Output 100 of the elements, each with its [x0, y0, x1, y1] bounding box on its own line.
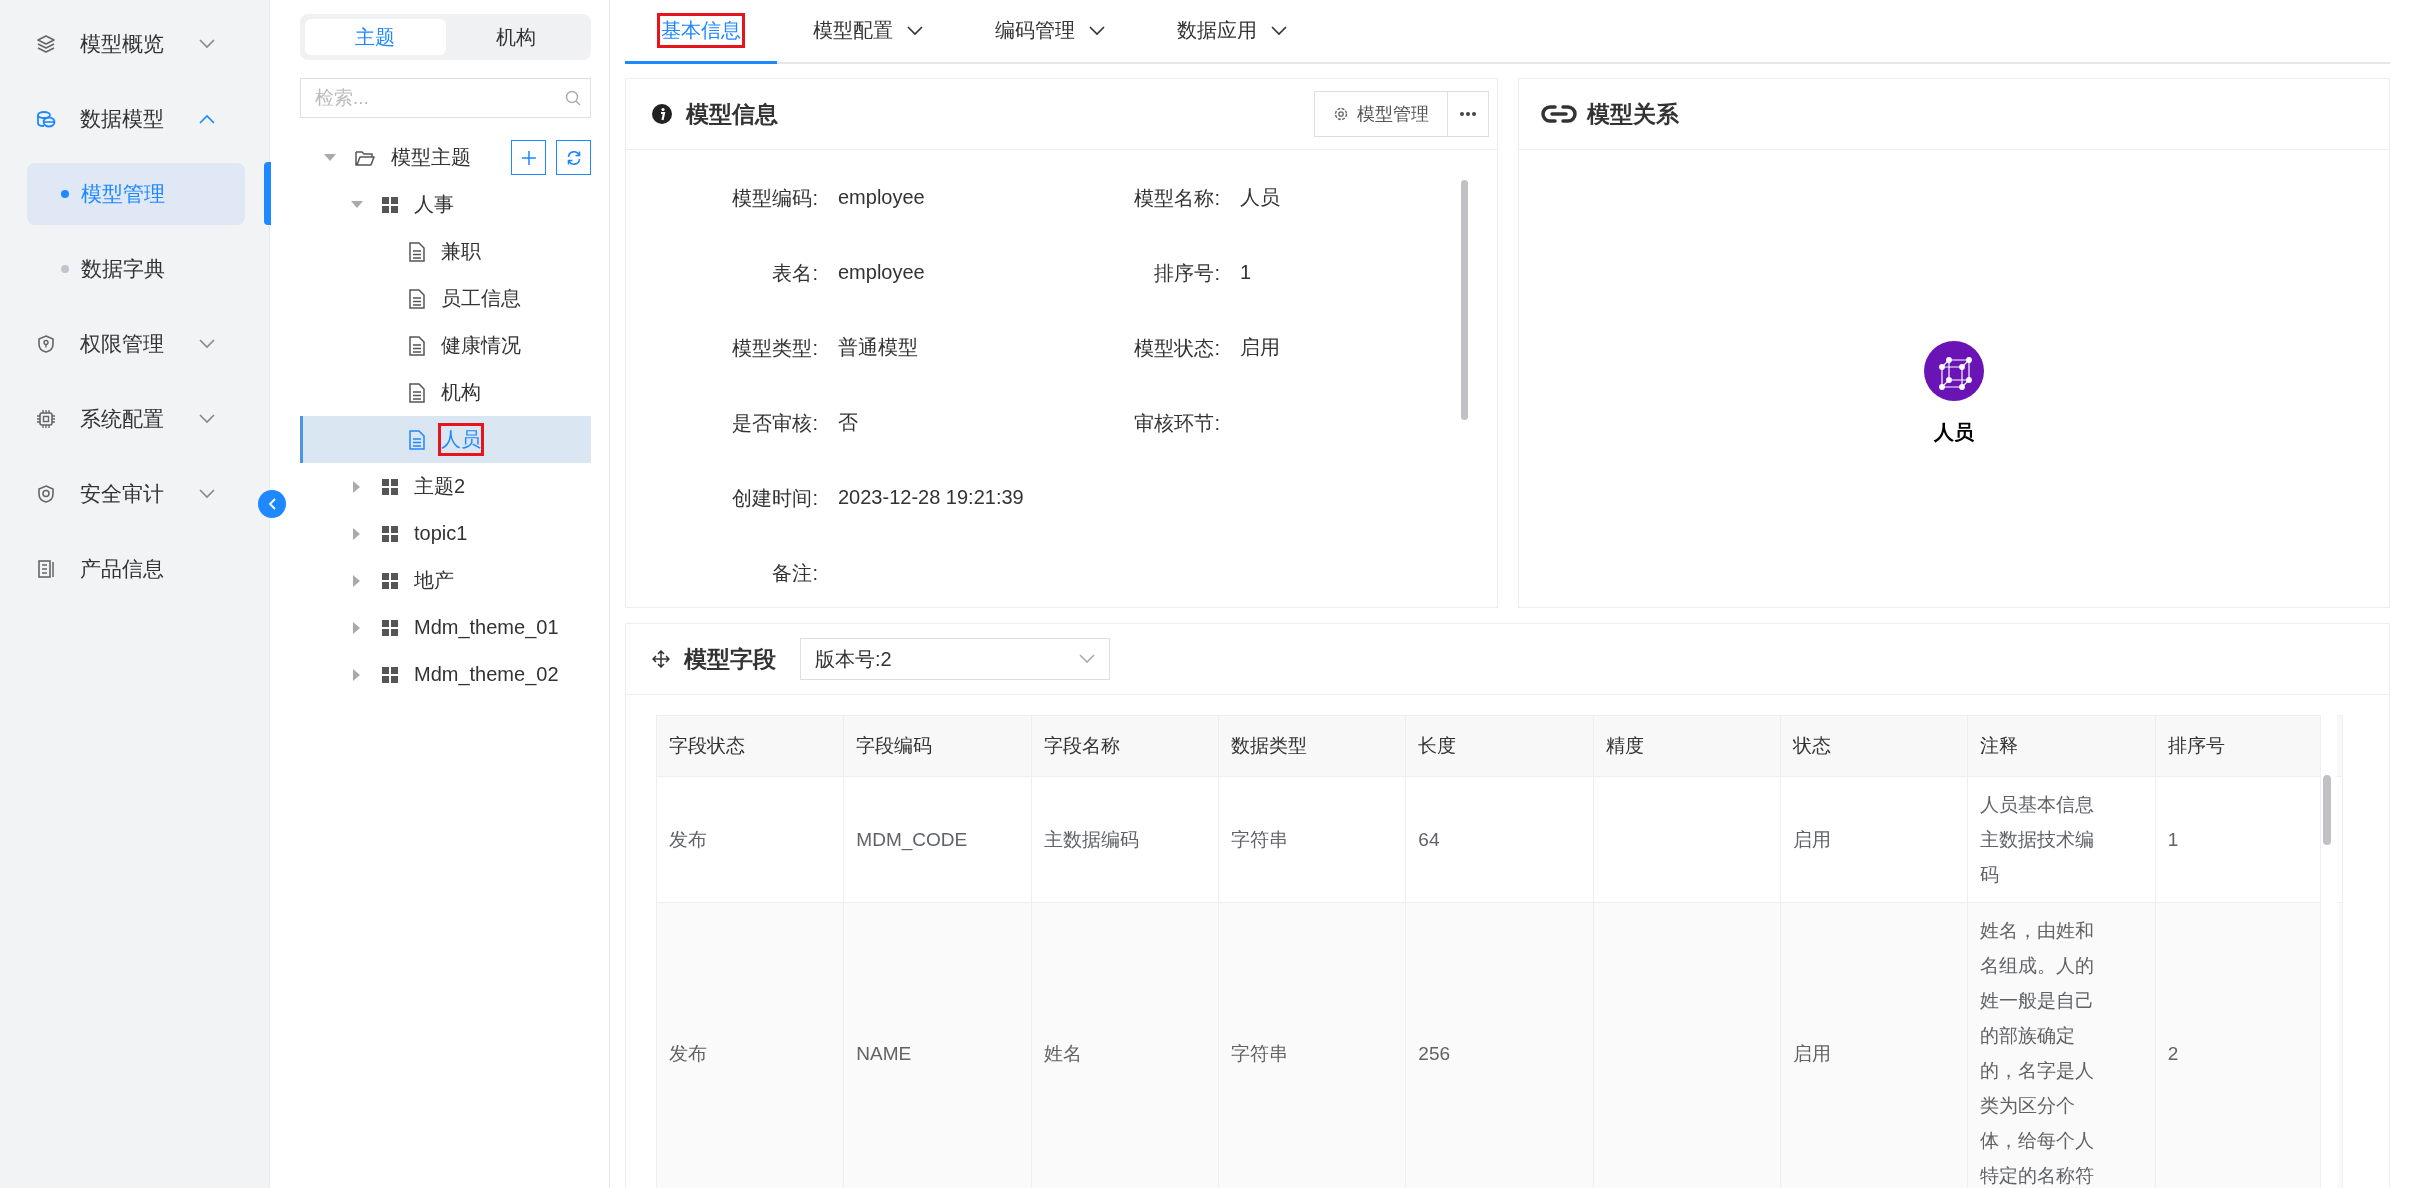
document-icon	[409, 241, 425, 262]
table-cell: 启用	[1780, 902, 1968, 1188]
sidebar-item[interactable]: 权限管理	[0, 306, 269, 381]
caret-right-icon[interactable]	[353, 668, 361, 681]
tree-item[interactable]: Mdm_theme_01	[300, 604, 591, 651]
document-icon	[409, 335, 425, 356]
bullet-icon	[61, 264, 69, 273]
column-header: 排序号	[2155, 715, 2343, 777]
field-value: 启用	[1240, 335, 1281, 360]
collapse-button[interactable]	[258, 490, 286, 518]
tab[interactable]: 模型配置	[777, 0, 959, 64]
card-title: 模型字段	[684, 644, 776, 674]
sidebar-subitem[interactable]: 数据字典	[27, 237, 245, 300]
document-icon	[409, 429, 425, 450]
bullet-icon	[61, 189, 69, 198]
tree-item[interactable]: 机构	[300, 369, 591, 416]
table-cell: 256	[1405, 902, 1594, 1188]
grid-icon	[382, 478, 398, 495]
column-header: 字段名称	[1031, 715, 1219, 777]
active-indicator	[264, 162, 271, 225]
table-cell: 64	[1405, 776, 1594, 903]
caret-right-icon[interactable]	[353, 574, 361, 587]
table-cell: 启用	[1780, 776, 1968, 903]
sidebar-item[interactable]: 安全审计	[0, 456, 269, 531]
column-header: 精度	[1593, 715, 1781, 777]
table-cell: NAME	[843, 902, 1032, 1188]
field-label: 审核环节:	[1133, 411, 1220, 436]
column-header: 字段状态	[656, 715, 844, 777]
table-cell: 字符串	[1218, 902, 1406, 1188]
field-label: 模型类型:	[731, 336, 818, 361]
tree-item[interactable]: topic1	[300, 510, 591, 557]
field-value: 人员	[1240, 185, 1281, 210]
column-header: 数据类型	[1218, 715, 1406, 777]
tree-item[interactable]: 人事	[300, 181, 591, 228]
tree-item[interactable]: Mdm_theme_02	[300, 651, 591, 698]
table-cell: 发布	[656, 902, 844, 1188]
version-select[interactable]: 版本号:2	[800, 638, 1110, 680]
document-icon	[409, 288, 425, 309]
sidebar-item[interactable]: 产品信息	[0, 531, 269, 606]
column-header: 长度	[1405, 715, 1594, 777]
tree-item[interactable]: 兼职	[300, 228, 591, 275]
sidebar-item[interactable]: 数据模型	[0, 81, 269, 156]
refresh-icon	[565, 149, 582, 166]
document-icon	[409, 382, 425, 403]
field-label: 模型状态:	[1133, 336, 1220, 361]
field-value: 否	[838, 410, 859, 435]
folder-icon	[355, 149, 375, 166]
scrollbar[interactable]	[2323, 775, 2331, 845]
card-title: 模型信息	[686, 99, 778, 129]
table-cell: 2	[2155, 902, 2343, 1188]
scrollbar[interactable]	[1461, 180, 1468, 420]
column-header: 注释	[1967, 715, 2156, 777]
caret-right-icon[interactable]	[353, 527, 361, 540]
caret-right-icon[interactable]	[353, 621, 361, 634]
field-label: 排序号:	[1153, 261, 1220, 286]
grid-icon	[382, 666, 398, 683]
add-button[interactable]	[511, 140, 546, 175]
field-label: 备注:	[771, 561, 818, 586]
tab[interactable]: 数据应用	[1141, 0, 1323, 64]
link-icon	[1540, 103, 1577, 125]
tab[interactable]: 编码管理	[959, 0, 1141, 64]
chevron-left-icon	[268, 498, 276, 510]
field-label: 模型名称:	[1133, 186, 1220, 211]
table-cell: 姓名	[1031, 902, 1219, 1188]
info-icon	[652, 104, 672, 124]
chevron-down-icon	[1079, 654, 1095, 664]
tree-item[interactable]: 健康情况	[300, 322, 591, 369]
tree-item[interactable]: 主题2	[300, 463, 591, 510]
refresh-button[interactable]	[556, 140, 591, 175]
field-label: 创建时间:	[731, 486, 818, 511]
gear-icon	[1332, 106, 1349, 122]
table-cell: MDM_CODE	[843, 776, 1032, 903]
segment-tab[interactable]: 机构	[445, 19, 586, 55]
tree-item[interactable]: 模型主题	[300, 134, 501, 181]
card-title: 模型关系	[1586, 99, 1679, 129]
column-header: 字段编码	[843, 715, 1032, 777]
field-value: 1	[1240, 260, 1253, 285]
sidebar-item[interactable]: 模型概览	[0, 6, 269, 81]
table-cell-text: 人员基本信息主数据技术编码	[1980, 793, 2096, 887]
field-value: employee	[838, 185, 926, 210]
caret-right-icon[interactable]	[353, 480, 361, 493]
field-label: 模型编码:	[731, 186, 818, 211]
field-label: 是否审核:	[731, 411, 818, 436]
search-field[interactable]: 检索...	[300, 78, 591, 118]
more-icon	[1459, 112, 1476, 116]
caret-down-icon[interactable]	[324, 153, 336, 162]
move-icon	[652, 650, 670, 668]
field-value: employee	[838, 260, 926, 285]
sidebar-item[interactable]: 系统配置	[0, 381, 269, 456]
field-value: 2023-12-28 19:21:39	[838, 485, 1025, 510]
grid-icon	[382, 196, 398, 213]
table-cell: 发布	[656, 776, 844, 903]
search-icon	[565, 90, 581, 106]
grid-icon	[382, 619, 398, 636]
cube-node-icon[interactable]	[1923, 341, 1984, 401]
tree-item[interactable]: 员工信息	[300, 275, 591, 322]
caret-down-icon[interactable]	[351, 200, 363, 209]
tree-item[interactable]: 地产	[300, 557, 591, 604]
grid-icon	[382, 572, 398, 589]
table-cell: 字符串	[1218, 776, 1406, 903]
